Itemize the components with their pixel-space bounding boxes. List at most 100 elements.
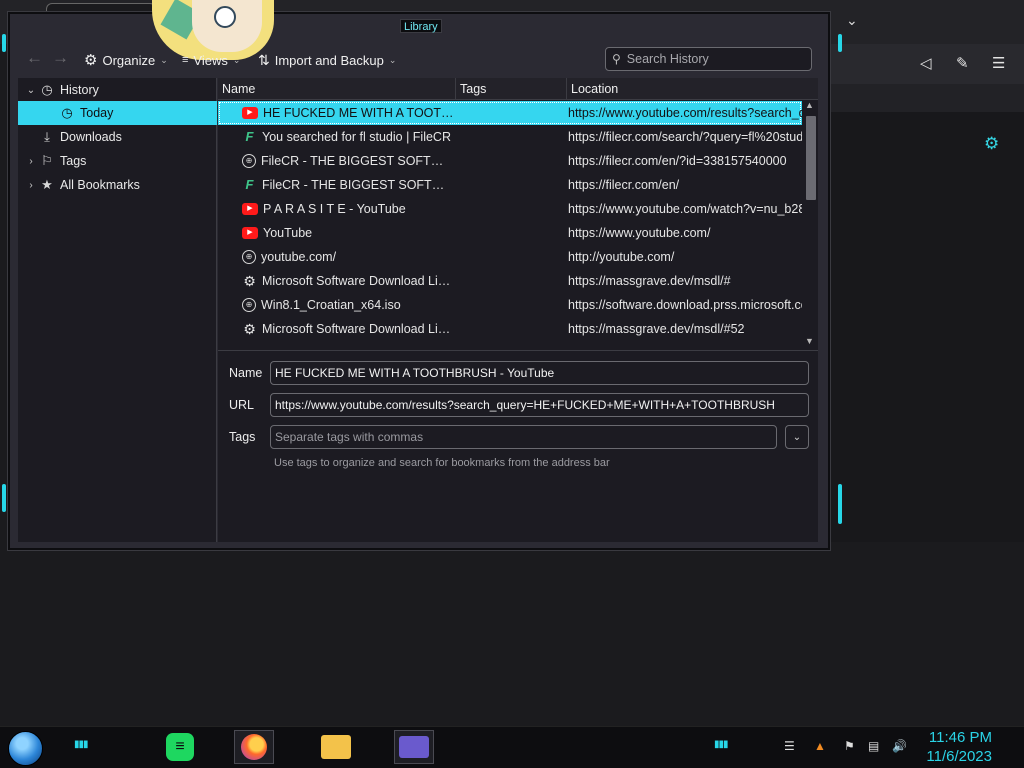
list-all-tabs-icon[interactable]: ⌄ — [846, 12, 858, 29]
name-label: Name — [229, 366, 262, 380]
scroll-up-icon[interactable]: ▲ — [805, 100, 814, 110]
column-header-name[interactable]: Name — [218, 78, 456, 100]
chevron-down-icon: ⌄ — [232, 54, 241, 65]
search-input[interactable] — [626, 52, 797, 66]
row-name: FileCR - THE BIGGEST SOFTWARE ... — [261, 154, 454, 168]
name-cell: ⚙ Microsoft Software Download Listi... — [242, 317, 454, 341]
column-header-tags[interactable]: Tags — [456, 78, 567, 100]
sidebar-item-label: Tags — [60, 154, 87, 168]
taskbar-decoration: ▮▮▮ — [74, 739, 88, 750]
sidebar-item-history[interactable]: ⌄ ◷ History — [18, 78, 217, 102]
name-cell: ⊕ FileCR - THE BIGGEST SOFTWARE ... — [242, 149, 454, 173]
name-field[interactable] — [270, 361, 809, 385]
row-name: Microsoft Software Download Listi... — [262, 322, 454, 336]
scroll-down-icon[interactable]: ▼ — [805, 336, 814, 346]
flag-icon[interactable]: ⚑ — [844, 739, 855, 753]
name-cell: ▶ YouTube — [242, 221, 454, 245]
table-row[interactable]: ⊕ FileCR - THE BIGGEST SOFTWARE ... https… — [218, 149, 802, 173]
tags-input[interactable] — [275, 430, 776, 444]
sidebar-item-label: History — [60, 83, 99, 97]
row-location: https://www.youtube.com/watch?v=nu_b28 — [568, 202, 802, 216]
sidebar-item-downloads[interactable]: ⤓ Downloads — [18, 125, 217, 149]
sidebar-item-tags[interactable]: › ⚐ Tags — [18, 149, 217, 173]
download-icon: ⤓ — [44, 129, 50, 144]
name-cell: ⊕ youtube.com/ — [242, 245, 454, 269]
chevron-right-icon[interactable]: › — [24, 180, 38, 191]
url-field[interactable] — [270, 393, 809, 417]
vertical-scrollbar[interactable]: ▲ ▼ — [803, 100, 818, 350]
taskbar-clock[interactable]: 11:46 PM 11/6/2023 — [922, 728, 992, 766]
start-orb-icon[interactable] — [8, 731, 43, 766]
firefox-taskbar-button[interactable] — [234, 730, 274, 764]
star-icon: ★ — [41, 177, 53, 192]
tray-app-icon[interactable]: ▲ — [814, 739, 826, 753]
url-label: URL — [229, 398, 254, 412]
extensions-icon[interactable]: ✎ — [956, 54, 969, 72]
sidebar-item-label: All Bookmarks — [60, 178, 140, 192]
filecr-icon: F — [245, 177, 254, 192]
youtube-icon: ▶ — [242, 203, 258, 215]
views-menu[interactable]: ≡ Views ⌄ — [182, 50, 240, 70]
table-row[interactable]: ⚙ Microsoft Software Download Listi... ht… — [218, 317, 802, 341]
table-row[interactable]: ▶ YouTube https://www.youtube.com/ — [218, 221, 802, 245]
spotify-taskbar-button[interactable]: ≡ — [160, 730, 200, 764]
forward-arrow-icon[interactable]: → — [52, 48, 69, 68]
table-row[interactable]: F FileCR - THE BIGGEST SOFTWARE ... https… — [218, 173, 802, 197]
row-location: https://filecr.com/en/ — [568, 178, 680, 192]
filecr-icon: F — [245, 129, 254, 144]
organize-menu[interactable]: ⚙ Organize ⌄ — [84, 50, 168, 70]
clock-time: 11:46 PM — [928, 729, 992, 746]
network-icon[interactable]: ▤ — [868, 739, 879, 753]
gear-icon: ⚙ — [84, 52, 98, 69]
volume-icon[interactable]: 🔊 — [892, 739, 907, 753]
pocket-icon[interactable]: ◁ — [920, 54, 932, 72]
back-arrow-icon[interactable]: ← — [26, 48, 43, 68]
art-eye — [214, 6, 236, 28]
globe-icon: ⊕ — [242, 250, 256, 264]
views-icon: ≡ — [182, 54, 189, 66]
tags-dropdown-chevron-icon[interactable]: ⌄ — [785, 425, 809, 449]
chevron-right-icon[interactable]: › — [24, 156, 38, 167]
clock-date: 11/6/2023 — [926, 748, 992, 765]
menu-icon[interactable]: ☰ — [992, 54, 1005, 72]
history-table: Name Tags Location ▶ HE FUCKED ME WITH A … — [218, 78, 818, 350]
row-name: P A R A S I T E - YouTube — [263, 202, 406, 216]
table-row[interactable]: ⊕ Win8.1_Croatian_x64.iso https://softwar… — [218, 293, 802, 317]
sidebar-item-all-bookmarks[interactable]: › ★ All Bookmarks — [18, 173, 217, 197]
window-decoration — [2, 484, 6, 512]
chevron-down-icon[interactable]: ⌄ — [24, 85, 38, 96]
file-explorer-taskbar-button[interactable] — [316, 730, 356, 764]
row-name: youtube.com/ — [261, 250, 337, 264]
clock-icon: ◷ — [41, 82, 53, 97]
sidebar-item-label: Today — [80, 106, 114, 120]
table-header: Name Tags Location — [218, 78, 818, 100]
name-cell: ⚙ Microsoft Software Download Listi... — [242, 269, 454, 293]
table-row[interactable]: ▶ P A R A S I T E - YouTube https://www.y… — [218, 197, 802, 221]
row-name: You searched for fl studio | FileCR — [262, 130, 451, 144]
import-export-icon: ⇅ — [258, 51, 270, 68]
library-toolbar: ← → ⚙ Organize ⌄ ≡ Views ⌄ ⇅ Import and … — [18, 44, 818, 76]
table-row[interactable]: ▶ HE FUCKED ME WITH A TOOTHB... https://w… — [218, 101, 802, 125]
tags-field[interactable] — [270, 425, 777, 449]
table-row[interactable]: ⚙ Microsoft Software Download Listi... ht… — [218, 269, 802, 293]
column-header-location[interactable]: Location — [567, 78, 818, 100]
table-row[interactable]: ⊕ youtube.com/ http://youtube.com/ — [218, 245, 802, 269]
youtube-icon: ▶ — [242, 227, 258, 239]
scrollbar-thumb[interactable] — [806, 116, 816, 200]
row-location: https://filecr.com/en/?id=338157540000 — [568, 154, 787, 168]
table-row[interactable]: F You searched for fl studio | FileCR htt… — [218, 125, 802, 149]
browser-content — [830, 112, 1024, 542]
url-input[interactable] — [275, 398, 808, 412]
gear-icon: ⚙ — [243, 321, 256, 337]
app-taskbar-button[interactable] — [394, 730, 434, 764]
import-backup-menu[interactable]: ⇅ Import and Backup ⌄ — [258, 50, 396, 70]
row-name: HE FUCKED ME WITH A TOOTHB... — [263, 106, 454, 120]
window-decoration — [838, 484, 842, 524]
search-history-box[interactable]: ⚲ — [605, 47, 812, 71]
name-input[interactable] — [275, 366, 808, 380]
tags-label: Tags — [229, 430, 255, 444]
show-hidden-icons-icon[interactable]: ☰ — [784, 739, 795, 753]
sidebar-item-today[interactable]: ◷ Today — [18, 101, 217, 125]
tags-icon: ⚐ — [41, 153, 53, 168]
settings-gear-icon[interactable]: ⚙ — [984, 134, 999, 154]
